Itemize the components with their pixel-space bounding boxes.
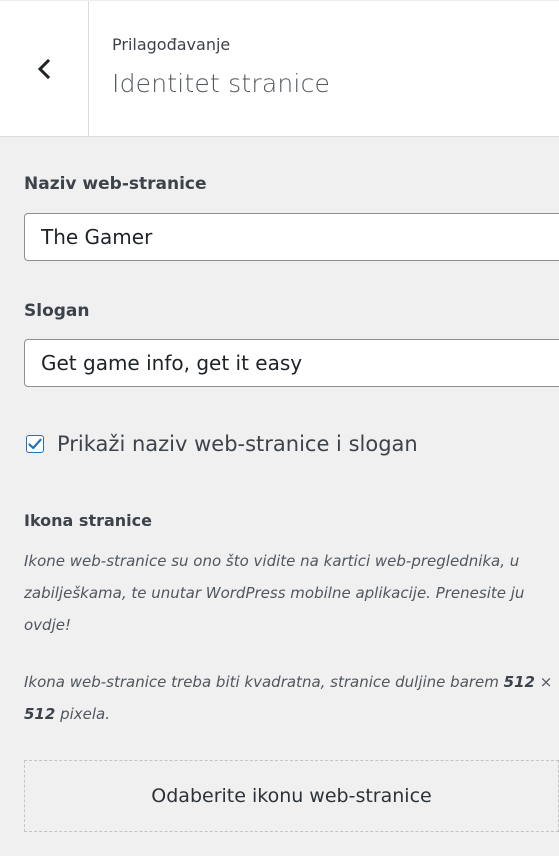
size-height: 512 (24, 705, 56, 723)
site-icon-size-note: Ikona web-stranice treba biti kvadratna,… (24, 666, 559, 730)
size-note-suffix: pixela. (55, 705, 111, 723)
size-note-prefix: Ikona web-stranice treba biti kvadratna,… (24, 673, 504, 691)
size-width: 512 (503, 673, 535, 691)
site-title-label: Naziv web-stranice (24, 174, 207, 194)
section-title: Identitet stranice (112, 69, 331, 98)
header-text: Prilagođavanje Identitet stranice (112, 35, 330, 99)
site-icon-description: Ikone web-stranice su ono što vidite na … (24, 552, 525, 634)
back-button[interactable] (0, 1, 89, 136)
site-icon-label: Ikona stranice (24, 511, 152, 530)
checkmark-icon (28, 438, 42, 450)
size-separator: × (534, 673, 553, 691)
site-title-input[interactable] (24, 213, 559, 261)
section-header: Prilagođavanje Identitet stranice (0, 0, 559, 137)
display-header-text-label: Prikaži naziv web-stranice i slogan (57, 432, 418, 456)
breadcrumb: Prilagođavanje (112, 35, 231, 54)
customizer-panel: Prilagođavanje Identitet stranice Naziv … (0, 0, 559, 856)
select-site-icon-button[interactable]: Odaberite ikonu web-stranice (24, 760, 559, 832)
display-header-text-checkbox[interactable] (26, 435, 44, 453)
display-header-text-row[interactable]: Prikaži naziv web-stranice i slogan (26, 431, 418, 457)
chevron-left-icon (37, 58, 51, 79)
tagline-input[interactable] (24, 339, 559, 387)
tagline-label: Slogan (24, 301, 90, 321)
